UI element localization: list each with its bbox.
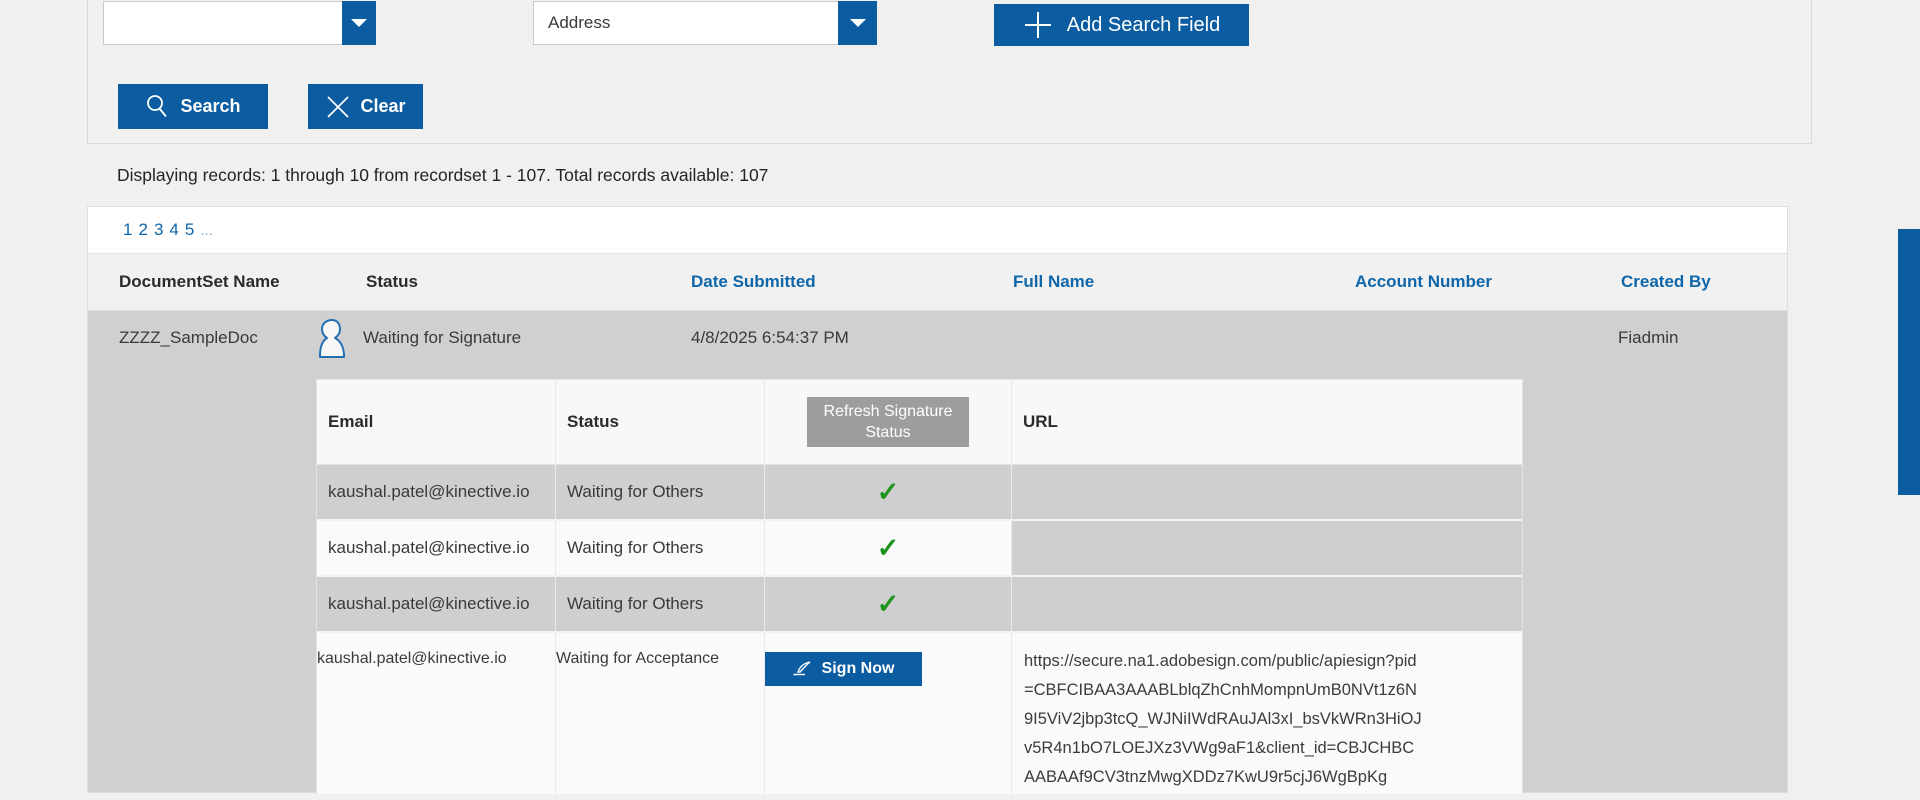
signer-email: kaushal.patel@kinective.io bbox=[317, 465, 556, 519]
search-field-2 bbox=[533, 1, 877, 45]
signing-url[interactable]: https://secure.na1.adobesign.com/public/… bbox=[1012, 633, 1424, 792]
page: Add Search Field Search Clear Displaying… bbox=[0, 0, 1920, 800]
signer-row: kaushal.patel@kinective.io Waiting for A… bbox=[317, 633, 1522, 794]
table-row: ZZZZ_SampleDoc Waiting for Signature 4/8… bbox=[88, 311, 1787, 792]
signer-url bbox=[1012, 465, 1522, 519]
search-field-1 bbox=[103, 1, 376, 45]
column-header-documentset-name: DocumentSet Name bbox=[119, 272, 280, 292]
clear-button-label: Clear bbox=[360, 96, 405, 117]
check-icon: ✓ bbox=[877, 479, 900, 506]
clear-button[interactable]: Clear bbox=[308, 84, 423, 129]
signature-table-header: Email Status Refresh Signature Status UR… bbox=[317, 380, 1522, 465]
column-header-created-by[interactable]: Created By bbox=[1621, 272, 1711, 292]
search-icon bbox=[145, 94, 169, 119]
scrollbar-thumb[interactable] bbox=[1898, 229, 1920, 495]
quill-icon bbox=[793, 661, 813, 677]
signer-status: Waiting for Others bbox=[556, 465, 765, 519]
signer-row: kaushal.patel@kinective.io Waiting for O… bbox=[317, 465, 1522, 521]
search-field-1-input[interactable] bbox=[103, 1, 342, 45]
column-header-full-name[interactable]: Full Name bbox=[1013, 272, 1094, 292]
refresh-signature-status-button[interactable]: Refresh Signature Status bbox=[807, 397, 969, 447]
signer-url bbox=[1012, 577, 1522, 631]
records-summary: Displaying records: 1 through 10 from re… bbox=[117, 163, 768, 187]
signer-status: Waiting for Others bbox=[556, 521, 765, 575]
search-field-2-dropdown-button[interactable] bbox=[838, 1, 877, 45]
page-link-4[interactable]: 4 bbox=[169, 220, 178, 240]
signer-status: Waiting for Others bbox=[556, 577, 765, 631]
page-link-1[interactable]: 1 bbox=[123, 220, 132, 240]
table-header-row: DocumentSet Name Status Date Submitted F… bbox=[88, 254, 1787, 311]
signer-status: Waiting for Acceptance bbox=[556, 633, 765, 794]
created-by-cell: Fiadmin bbox=[1618, 328, 1678, 348]
column-header-date-submitted[interactable]: Date Submitted bbox=[691, 272, 816, 292]
column-header-account-number[interactable]: Account Number bbox=[1355, 272, 1492, 292]
page-link-3[interactable]: 3 bbox=[154, 220, 163, 240]
x-icon bbox=[325, 94, 351, 120]
signer-action: Sign Now bbox=[765, 633, 1012, 794]
signer-row: kaushal.patel@kinective.io Waiting for O… bbox=[317, 577, 1522, 633]
search-field-2-input[interactable] bbox=[533, 1, 838, 45]
signer-row: kaushal.patel@kinective.io Waiting for O… bbox=[317, 521, 1522, 577]
search-button[interactable]: Search bbox=[118, 84, 268, 129]
add-search-field-label: Add Search Field bbox=[1067, 14, 1220, 37]
status-cell: Waiting for Signature bbox=[363, 328, 521, 348]
signer-email: kaushal.patel@kinective.io bbox=[317, 521, 556, 575]
check-icon: ✓ bbox=[877, 591, 900, 618]
column-header-status: Status bbox=[366, 272, 418, 292]
page-link-2[interactable]: 2 bbox=[138, 220, 147, 240]
signature-column-status: Status bbox=[556, 380, 765, 464]
search-button-label: Search bbox=[180, 96, 240, 117]
check-icon: ✓ bbox=[877, 535, 900, 562]
sign-now-button[interactable]: Sign Now bbox=[765, 652, 922, 686]
plus-icon bbox=[1023, 10, 1053, 40]
date-submitted-cell: 4/8/2025 6:54:37 PM bbox=[691, 328, 849, 348]
chevron-down-icon bbox=[351, 19, 367, 28]
signer-url: https://secure.na1.adobesign.com/public/… bbox=[1012, 633, 1522, 794]
add-search-field-button[interactable]: Add Search Field bbox=[994, 4, 1249, 46]
signature-table: Email Status Refresh Signature Status UR… bbox=[316, 379, 1523, 794]
chevron-down-icon bbox=[850, 19, 866, 28]
signature-column-email: Email bbox=[317, 380, 556, 464]
pagination: 1 2 3 4 5 ... bbox=[88, 207, 1787, 254]
sign-now-label: Sign Now bbox=[822, 660, 895, 678]
signer-email: kaushal.patel@kinective.io bbox=[317, 633, 556, 794]
search-field-1-dropdown-button[interactable] bbox=[342, 1, 376, 45]
signer-url bbox=[1012, 521, 1522, 575]
person-icon bbox=[312, 317, 348, 364]
page-link-5[interactable]: 5 bbox=[185, 220, 194, 240]
signer-email: kaushal.patel@kinective.io bbox=[317, 577, 556, 631]
signature-column-url: URL bbox=[1012, 380, 1522, 464]
pagination-ellipsis: ... bbox=[200, 222, 213, 239]
search-panel: Add Search Field Search Clear bbox=[87, 0, 1812, 144]
results-panel: 1 2 3 4 5 ... DocumentSet Name Status Da… bbox=[87, 206, 1788, 793]
signature-column-refresh: Refresh Signature Status bbox=[765, 380, 1012, 464]
documentset-name-cell: ZZZZ_SampleDoc bbox=[119, 328, 258, 348]
